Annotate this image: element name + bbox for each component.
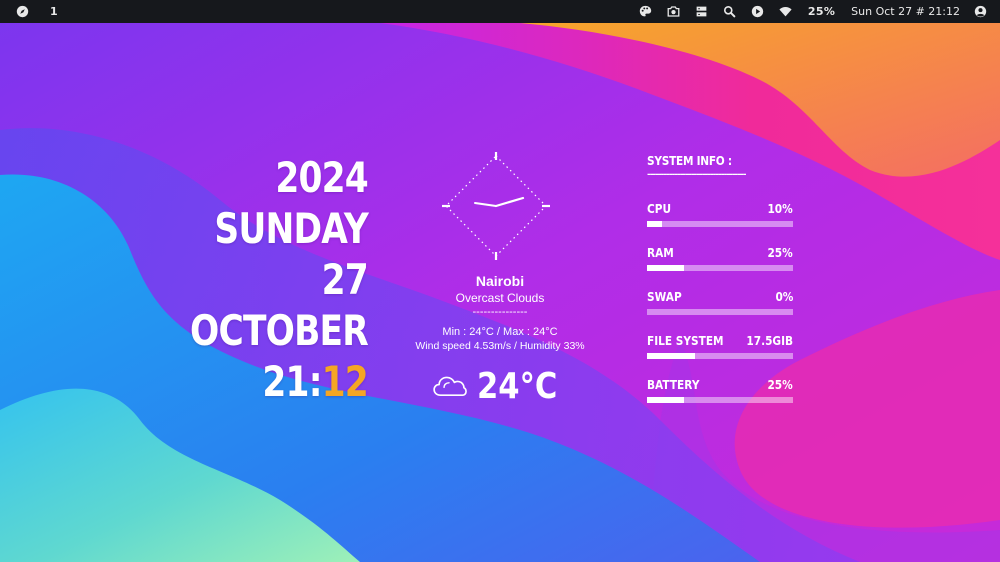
clock-hour-hand: [494, 196, 525, 208]
weather-widget: Nairobi Overcast Clouds --------------- …: [400, 273, 600, 352]
ram-row: RAM 25%: [647, 246, 793, 290]
cpu-label: CPU: [647, 202, 672, 216]
swap-row: SWAP 0%: [647, 290, 793, 334]
system-info-widget: SYSTEM INFO : --------------------------…: [647, 154, 793, 422]
battery-percentage[interactable]: 25%: [808, 5, 835, 18]
analog-clock: [442, 152, 550, 260]
weather-temperature-row: 24°C: [432, 362, 572, 410]
weather-city: Nairobi: [475, 273, 525, 289]
day-text: 27: [321, 255, 369, 304]
file-system-row: FILE SYSTEM 17.5GIB: [647, 334, 793, 378]
ram-bar-fill: [647, 265, 684, 271]
ram-label: RAM: [647, 246, 674, 260]
clock-minute-hand: [474, 202, 497, 207]
weekday-text: SUNDAY: [214, 204, 368, 253]
search-icon[interactable]: [723, 5, 737, 19]
file-system-bar-fill: [647, 353, 696, 359]
cpu-bar: [647, 221, 793, 227]
battery-bar: [647, 397, 793, 403]
top-panel: 1 25% Sun Oct 27 # 21:12: [0, 0, 1000, 23]
time-text: 21:12: [190, 356, 368, 407]
compass-icon[interactable]: [15, 5, 29, 19]
weather-temperature: 24°C: [477, 365, 558, 407]
server-icon[interactable]: [695, 5, 709, 19]
file-system-value: 17.5GIB: [746, 334, 793, 348]
year-text: 2024: [275, 153, 368, 202]
ram-bar: [647, 265, 793, 271]
ram-value: 25%: [767, 246, 793, 260]
user-icon[interactable]: [973, 5, 987, 19]
camera-icon[interactable]: [667, 5, 681, 19]
system-info-divider: ------------------------------------: [647, 170, 746, 180]
battery-value: 25%: [767, 378, 793, 392]
weather-condition: Overcast Clouds: [455, 291, 545, 305]
weather-divider: ---------------: [472, 306, 528, 318]
file-system-bar: [647, 353, 793, 359]
battery-label: BATTERY: [647, 378, 700, 392]
palette-icon[interactable]: [639, 5, 653, 19]
swap-bar: [647, 309, 793, 315]
play-icon[interactable]: [751, 5, 765, 19]
workspace-indicator[interactable]: 1: [50, 5, 58, 18]
month-text: OCTOBER: [190, 306, 369, 355]
date-time-widget: 2024 SUNDAY 27 OCTOBER 21:12: [190, 152, 369, 407]
hour-text: 21:: [262, 357, 322, 406]
cloud-icon: [433, 376, 467, 397]
topbar-clock[interactable]: Sun Oct 27 # 21:12: [851, 5, 960, 18]
battery-bar-fill: [647, 397, 684, 403]
minute-text: 12: [321, 357, 369, 406]
file-system-label: FILE SYSTEM: [647, 334, 724, 348]
wifi-icon[interactable]: [779, 5, 793, 19]
weather-wind-humidity: Wind speed 4.53m/s / Humidity 33%: [415, 340, 585, 352]
battery-row: BATTERY 25%: [647, 378, 793, 422]
weather-min-max: Min : 24°C / Max : 24°C: [442, 326, 558, 338]
system-info-title: SYSTEM INFO :: [647, 154, 732, 168]
cpu-value: 10%: [767, 202, 793, 216]
swap-value: 0%: [775, 290, 793, 304]
swap-label: SWAP: [647, 290, 682, 304]
cpu-row: CPU 10%: [647, 202, 793, 246]
cpu-bar-fill: [647, 221, 662, 227]
